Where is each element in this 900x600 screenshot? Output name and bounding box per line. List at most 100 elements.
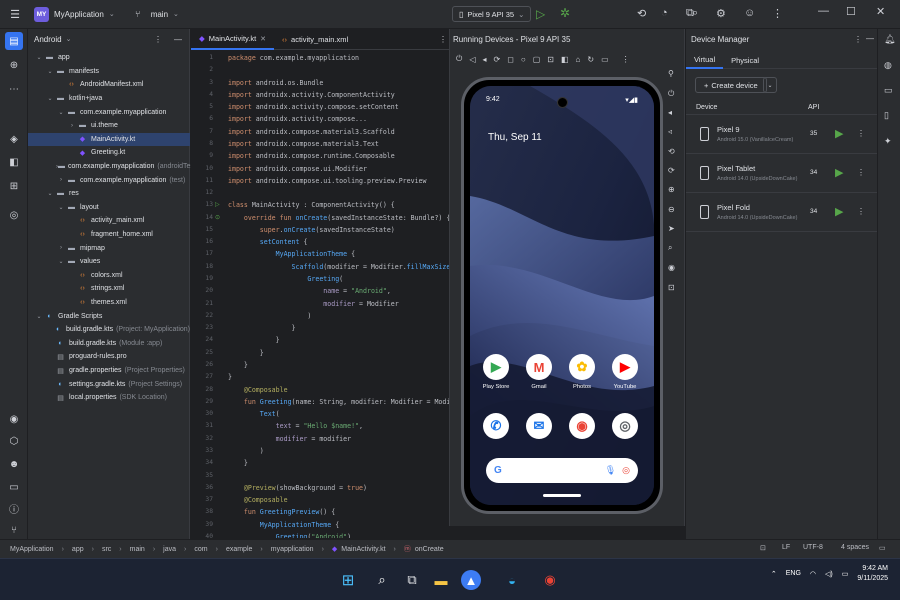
tab-activity-main[interactable]: ‹› activity_main.xml [274, 29, 356, 50]
device-row[interactable]: Pixel Tablet Android 14.0 (UpsideDownCake… [686, 155, 877, 193]
refresh-icon[interactable]: ↻ [587, 55, 594, 64]
chevron-right-icon[interactable]: › [67, 123, 77, 129]
commit-tool-icon[interactable]: ⊕ [5, 56, 23, 74]
profiler-icon[interactable]: ◔ [661, 7, 668, 19]
tree-item[interactable]: ⌄ ▬ com.example.myapplication [28, 105, 190, 119]
tree-item[interactable]: ▤ proguard-rules.pro [28, 350, 190, 364]
record-icon[interactable]: ◧ [561, 55, 569, 64]
gesture-bar[interactable] [543, 494, 581, 497]
app-shortcut[interactable]: ▶ Play Store [479, 354, 513, 390]
running-devices-icon[interactable]: ▭ [884, 85, 893, 96]
power-icon[interactable]: ⏻ [668, 89, 674, 99]
power-icon[interactable]: ⏻ [456, 54, 462, 64]
start-icon[interactable]: ⊞ [338, 570, 358, 590]
more-vertical-icon[interactable]: ⋮ [622, 55, 630, 64]
terminal-icon[interactable]: ▭ [5, 478, 23, 496]
play-icon[interactable]: ▶ [835, 166, 843, 179]
app-shortcut[interactable]: ◎ [608, 413, 642, 439]
chevron-down-icon[interactable]: ⌄ [45, 95, 55, 102]
breadcrumb-item[interactable]: src [102, 546, 111, 553]
volume-icon[interactable]: ◁) [825, 570, 833, 578]
run-icon[interactable]: ▷ [536, 7, 545, 21]
override-gutter-icon[interactable]: ⊙ [215, 214, 220, 221]
chevron-up-icon[interactable]: ⌃ [771, 570, 777, 578]
android-studio-icon[interactable]: ▲ [461, 570, 481, 590]
device-row[interactable]: Pixel Fold Android 14.0 (UpsideDownCake) 3… [686, 194, 877, 232]
more-tools-icon[interactable]: ⋯ [5, 80, 23, 98]
breadcrumb-item[interactable]: MainActivity.kt [341, 546, 385, 553]
app-shortcut[interactable]: ✆ [479, 413, 513, 439]
tree-item[interactable]: ‹› colors.xml [28, 269, 190, 283]
screenshot-icon[interactable]: ⊡ [547, 55, 554, 64]
tree-item[interactable]: › ▬ mipmap [28, 241, 190, 255]
chevron-right-icon[interactable]: › [56, 245, 66, 251]
code-editor[interactable]: 1 package com.example.myapplication 2 3 impo… [191, 50, 449, 538]
rotate-left-icon[interactable]: ⟲ [668, 147, 675, 156]
volume-down-icon[interactable]: ◃ [668, 127, 672, 136]
chevron-right-icon[interactable]: › [56, 177, 66, 183]
breadcrumb-item[interactable]: example [226, 546, 252, 553]
tree-item[interactable]: › ▬ com.example.myapplication (test) [28, 173, 190, 187]
more-vertical-icon[interactable]: ⋮ [857, 129, 865, 138]
google-search-bar[interactable]: G 🎙 ◎ [486, 458, 638, 483]
chevron-down-icon[interactable]: ⌄ [56, 109, 66, 116]
app-shortcut[interactable]: M Gmail [522, 354, 556, 390]
tree-item[interactable]: ◐ settings.gradle.kts (Project Settings) [28, 377, 190, 391]
chevron-down-icon[interactable]: ⌄ [56, 204, 66, 211]
problems-icon[interactable]: ⓘ [5, 499, 23, 517]
project-view-selector[interactable]: Android [34, 35, 62, 44]
minimize-panel-icon[interactable]: — [866, 34, 874, 43]
zoom-in-icon[interactable]: ⊕ [668, 185, 675, 194]
resource-manager-icon[interactable]: ◈ [5, 130, 23, 148]
task-view-icon[interactable]: ⧉ [402, 570, 422, 590]
debug-icon[interactable]: ✲ [560, 6, 570, 20]
more-vertical-icon[interactable]: ⋮ [857, 168, 865, 177]
tab-physical[interactable]: Physical [723, 51, 767, 69]
breadcrumb-item[interactable]: onCreate [415, 546, 444, 553]
settings-gear-icon[interactable]: ⚙ [716, 7, 726, 20]
display-icon[interactable]: ▭ [601, 55, 609, 64]
app-shortcut[interactable]: ◉ [565, 413, 599, 439]
tree-item[interactable]: ‹› strings.xml [28, 282, 190, 296]
account-icon[interactable]: ☺ [744, 7, 755, 19]
gradle-icon[interactable]: ◍ [884, 60, 892, 71]
send-icon[interactable]: ➤ [668, 224, 675, 233]
tree-item[interactable]: ◆ MainActivity.kt [28, 132, 190, 147]
more-vertical-icon[interactable]: ⋮ [772, 7, 783, 20]
more-vertical-icon[interactable]: ⋮ [854, 35, 862, 44]
mic-icon[interactable]: 🎙 [605, 465, 616, 476]
minimize-icon[interactable]: — [818, 5, 829, 17]
search-icon[interactable]: ⌕ [692, 7, 698, 20]
tree-item[interactable]: ⌄ ▬ res [28, 187, 190, 201]
create-device-dropdown[interactable]: ⌄ [763, 77, 777, 93]
gradle-sync-icon[interactable]: ⟲ [637, 7, 646, 20]
device-manager-icon[interactable]: ▯ [884, 110, 889, 121]
lens-icon[interactable]: ◎ [622, 465, 630, 476]
app-shortcut[interactable]: ▶ YouTube [608, 354, 642, 390]
search-icon[interactable]: ⌕ [668, 243, 672, 253]
project-tool-icon[interactable]: ▤ [5, 32, 23, 50]
tree-item[interactable]: ⌄ ▬ manifests [28, 65, 190, 79]
chevron-down-icon[interactable]: ⌄ [66, 35, 72, 43]
tree-item[interactable]: ⌄ ▬ app [28, 51, 190, 65]
app-shortcut[interactable]: ✿ Photos [565, 354, 599, 390]
minimize-panel-icon[interactable]: — [174, 35, 182, 44]
breadcrumb-item[interactable]: MyApplication [10, 546, 54, 553]
tree-item[interactable]: ◐ build.gradle.kts (Module :app) [28, 337, 190, 351]
zoom-out-icon[interactable]: ⊖ [668, 205, 675, 214]
indent-setting[interactable]: 4 spaces [841, 544, 869, 551]
language-indicator[interactable]: ENG [786, 570, 801, 577]
breadcrumb-item[interactable]: java [163, 546, 176, 553]
gemini-icon[interactable]: ✦ [884, 136, 892, 147]
more-vertical-icon[interactable]: ⋮ [439, 35, 447, 44]
battery-icon[interactable]: ▭ [842, 570, 849, 578]
chrome-icon[interactable]: ◉ [540, 570, 560, 590]
more-vertical-icon[interactable]: ⋮ [857, 207, 865, 216]
device-row[interactable]: Pixel 9 Android 15.0 (VanillaIceCream) 35 ▶… [686, 116, 877, 154]
screenshot-icon[interactable]: ⊡ [668, 283, 675, 292]
tree-item[interactable]: ‹› activity_main.xml [28, 214, 190, 228]
structure-icon[interactable]: ⊞ [5, 177, 23, 195]
tree-item[interactable]: ⌄ ▬ values [28, 255, 190, 269]
tab-virtual[interactable]: Virtual [686, 51, 724, 69]
record-icon[interactable]: ◉ [668, 263, 675, 272]
